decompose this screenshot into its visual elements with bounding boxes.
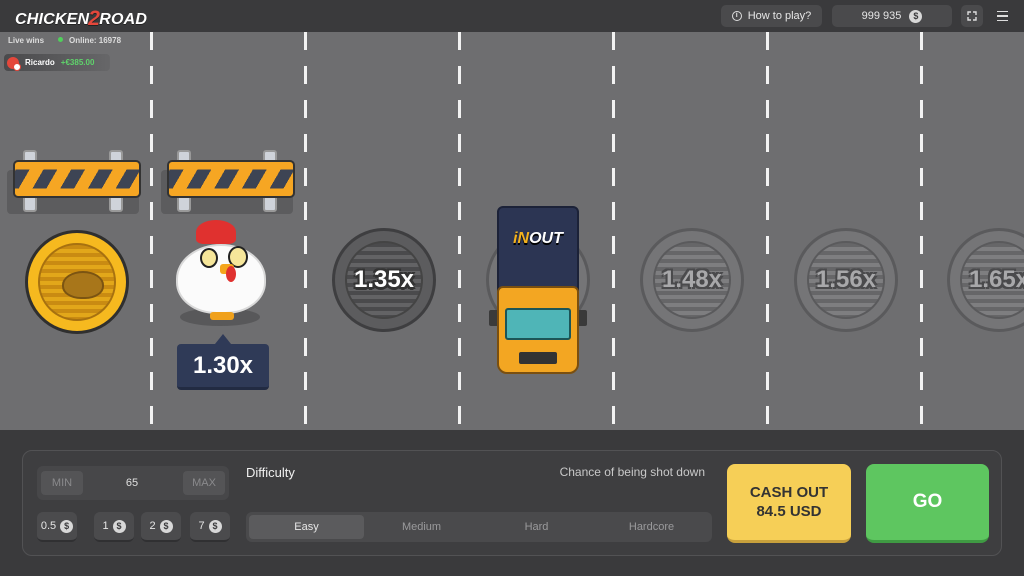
dollar-coin-icon: $ [208,519,222,533]
current-multiplier-badge: 1.30x [177,334,269,390]
difficulty-selector: Easy Medium Hard Hardcore [246,512,712,542]
bet-chip-button[interactable]: 2 $ [141,512,181,542]
bet-chip-button[interactable]: 0.5 $ [37,512,77,542]
fullscreen-icon [967,11,977,21]
truck-brand-b: OUT [529,230,563,247]
road-barrier [7,150,143,214]
roast-chicken-icon [62,271,104,299]
dollar-coin-icon: $ [112,519,126,533]
barrier-board [167,160,295,198]
truck-grill [519,352,557,364]
bet-chip-button[interactable]: 1 $ [94,512,134,542]
barrier-board [13,160,141,198]
coin-grate [38,243,116,321]
hamburger-icon-line [996,15,1008,17]
hamburger-icon-line [996,19,1008,22]
road-area: Live wins Online: 16978 Ricardo +€385.00 [0,32,1024,430]
truck-obstacle: iNOUT [489,206,587,378]
difficulty-label: Difficulty [246,465,295,480]
chicken-player [170,220,270,330]
logo-text-left: CHICKEN [15,11,90,28]
winner-name: Ricardo [25,58,55,67]
chip-value: 2 [149,520,156,532]
difficulty-tab-hardcore[interactable]: Hardcore [594,515,709,539]
difficulty-tab-easy[interactable]: Easy [249,515,364,539]
lane-divider [766,32,769,430]
online-count: Online: 16978 [58,36,121,45]
live-win-entry: Ricardo +€385.00 [4,54,110,71]
game-screen: CHICKEN2ROAD i How to play? 999 935 $ Li… [0,0,1024,576]
chicken-legs [210,312,234,320]
truck-brand-a: iN [513,230,530,247]
chicken-body [176,244,266,314]
control-panel: MIN 65 MAX 0.5 $ 1 $ 2 $ 7 $ Difficulty Chan… [22,450,1002,556]
road-barrier [161,150,297,214]
chip-value: 1 [102,520,109,532]
lane-divider [458,32,461,430]
min-bet-button[interactable]: MIN [41,471,83,495]
cash-out-label: CASH OUT [749,484,829,501]
truck-cargo [497,206,579,292]
lane-divider [920,32,923,430]
balance-value: 999 935 [861,10,902,22]
truck-windshield [505,308,571,340]
multiplier-label: 1.65x [968,266,1024,293]
winner-amount: +€385.00 [60,58,95,67]
dollar-coin-icon: $ [909,9,923,23]
how-to-play-button[interactable]: i How to play? [721,5,822,27]
collected-coin [25,230,129,334]
multiplier-label: 1.35x [353,266,415,293]
chip-value: 7 [198,520,205,532]
bet-amount-control: MIN 65 MAX [37,466,229,500]
lane-divider [612,32,615,430]
fullscreen-button[interactable] [961,5,983,27]
how-to-play-label: How to play? [747,10,812,22]
lane-multiplier-cell[interactable]: 1.35x [332,228,436,332]
chicken-wattle [226,266,236,282]
lane-divider [304,32,307,430]
multiplier-label: 1.56x [815,266,877,293]
multiplier-label: 1.48x [661,266,723,293]
online-count-text: Online: 16978 [69,36,122,45]
hamburger-icon-line [996,10,1008,13]
lane-multiplier-cell[interactable]: 1.65x [947,228,1024,332]
chicken-eye [200,248,218,268]
lane-divider [150,32,153,430]
dollar-coin-icon: $ [159,519,173,533]
logo-number: 2 [88,7,101,30]
go-button[interactable]: GO [866,464,989,543]
chip-value: 0.5 [40,520,57,532]
info-icon: i [731,11,742,21]
top-bar: CHICKEN2ROAD i How to play? 999 935 $ [0,0,1024,32]
truck-brand: iNOUT [497,230,579,248]
avatar [7,56,21,71]
cash-out-amount: 84.5 USD [756,503,822,520]
logo-text-right: ROAD [99,11,148,28]
bet-chip-button[interactable]: 7 $ [190,512,230,542]
lane-multiplier-cell[interactable]: 1.56x [794,228,898,332]
dollar-coin-icon: $ [60,519,74,533]
chance-label: Chance of being shot down [559,465,705,479]
difficulty-tab-medium[interactable]: Medium [364,515,479,539]
max-bet-button[interactable]: MAX [183,471,225,495]
lane-multiplier-cell[interactable]: 1.48x [640,228,744,332]
balance-display: 999 935 $ [832,5,952,27]
cash-out-button[interactable]: CASH OUT 84.5 USD [727,464,851,543]
bet-amount-input[interactable]: 65 [97,466,167,500]
chicken-comb [196,220,236,244]
game-logo: CHICKEN2ROAD [15,6,147,30]
live-wins-label: Live wins [8,36,45,45]
menu-button[interactable] [993,7,1011,25]
online-dot-icon [58,37,63,42]
difficulty-tab-hard[interactable]: Hard [479,515,594,539]
